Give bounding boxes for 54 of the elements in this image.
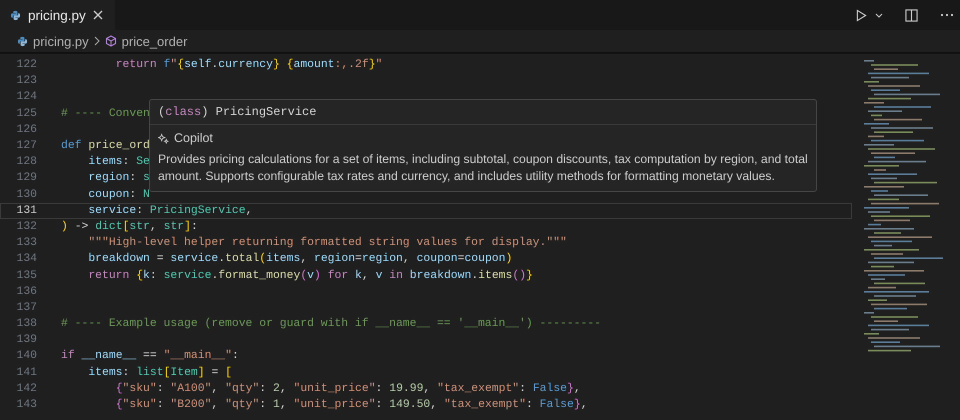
code-line: if __name__ == "__main__":: [61, 350, 239, 362]
editor-tab[interactable]: pricing.py: [0, 0, 115, 30]
cube-icon: [104, 35, 117, 47]
more-icon[interactable]: [940, 13, 954, 17]
line-number: 125: [15, 108, 37, 120]
line-number: 141: [15, 366, 37, 379]
code-line: return f"{self.currency} {amount:,.2f}": [114, 59, 382, 72]
line-number: 136: [15, 286, 37, 298]
line-number: 129: [15, 172, 37, 184]
line-number: 135: [15, 270, 37, 282]
code-line: breakdown = service.total(items, region=region, coupon=coupon): [87, 253, 512, 266]
line-number: 130: [15, 188, 37, 201]
code-line: def price_ord: [61, 140, 150, 152]
code-line: region: s: [87, 172, 150, 184]
python-file-icon: [10, 10, 21, 20]
line-number: 143: [15, 399, 37, 412]
line-number: 137: [15, 302, 37, 314]
close-icon[interactable]: [92, 10, 103, 20]
code-line: items: Se: [87, 156, 150, 168]
line-number: 123: [15, 75, 37, 88]
play-icon[interactable]: [856, 8, 867, 22]
line-number: 142: [15, 382, 37, 395]
line-number: 139: [15, 334, 37, 346]
line-number: 128: [15, 156, 37, 168]
line-number: 124: [15, 91, 37, 104]
line-number: 133: [15, 237, 37, 250]
python-file-icon: [17, 36, 28, 46]
line-number: 138: [15, 318, 37, 330]
code-line: return {k: service.format_money(v) for k, v in breakdown.items()}: [87, 270, 533, 282]
line-number: 132: [15, 220, 37, 233]
line-number: 140: [15, 350, 37, 362]
chevron-right-icon: [94, 36, 100, 46]
code-line: coupon: N: [87, 188, 150, 201]
class-signature: (class) PricingService: [150, 100, 816, 125]
description-text: Provides pricing calculations for a set of items, including subtotal, coupon discounts, tax computation by region, and total amount. Supports configurable tax rates and currency, and includes utility methods for formatting monetary values.: [157, 151, 809, 185]
line-number: 126: [15, 124, 37, 136]
split-editor-icon[interactable]: [905, 8, 918, 22]
line-number: 122: [15, 59, 37, 72]
code-line: ) -> dict[str, str]:: [61, 220, 198, 233]
line-number: 131: [15, 204, 37, 217]
code-line: items: list[Item] = [: [87, 366, 232, 379]
chevron-down-icon[interactable]: [875, 12, 883, 18]
code-line: # ---- Conven: [61, 108, 150, 120]
source-label: Copilot: [174, 131, 213, 145]
sparkle-icon: [158, 132, 169, 144]
line-number: 127: [15, 140, 37, 152]
line-number: 134: [15, 253, 37, 266]
code-line: {"sku": "B200", "qty": 1, "unit_price": 149.50, "tax_exempt": False},: [114, 399, 588, 412]
code-line: """High-level helper returning formatted string values for display.""": [87, 237, 567, 250]
breadcrumb-item[interactable]: price_order: [122, 34, 188, 48]
breadcrumb-item[interactable]: pricing.py: [33, 34, 89, 48]
code-line: service: PricingService,: [87, 204, 252, 217]
code-line: # ---- Example usage (remove or guard with if __name__ == '__main__') ---------: [61, 318, 602, 330]
code-line: {"sku": "A100", "qty": 2, "unit_price": 19.99, "tax_exempt": False},: [114, 382, 581, 395]
